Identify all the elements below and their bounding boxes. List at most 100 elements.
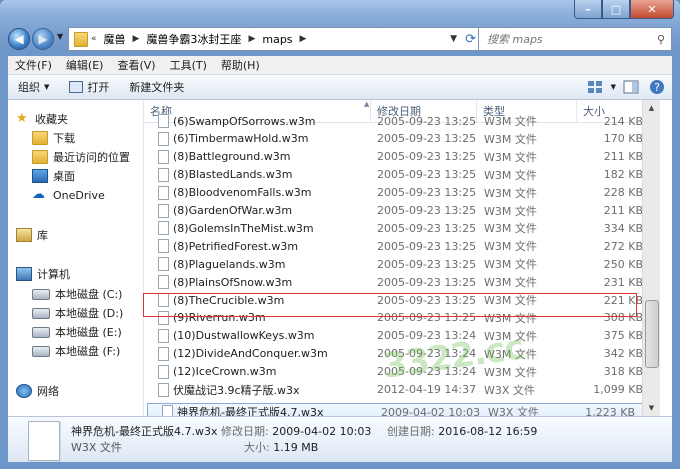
close-button[interactable]: ✕ — [630, 0, 674, 19]
nav-recent-places[interactable]: 最近访问的位置 — [32, 148, 130, 166]
recent-pages-icon[interactable]: ▼ — [57, 32, 63, 41]
table-row[interactable]: 神界危机-最终正式版4.7.w3x 2009-04-02 10:03 W3X 文件 1… — [147, 403, 653, 416]
details-size-value: 1.19 MB — [273, 441, 319, 454]
table-row[interactable]: (8)PetrifiedForest.w3m 2005-09-23 13:25 W3… — [144, 237, 660, 255]
view-options-icon[interactable] — [585, 78, 607, 96]
desktop-icon — [32, 169, 48, 183]
table-row[interactable]: (10)DustwallowKeys.w3m 2005-09-23 13:24 W3… — [144, 327, 660, 345]
folder-icon — [74, 31, 88, 47]
nav-desktop-label: 桌面 — [53, 170, 75, 183]
nav-onedrive[interactable]: ☁ OneDrive — [32, 186, 105, 204]
minimize-button[interactable]: – — [574, 0, 602, 19]
details-created-label: 创建日期: — [387, 425, 435, 438]
nav-computer-label: 计算机 — [37, 268, 70, 281]
table-row[interactable]: (12)DivideAndConquer.w3m 2005-09-23 13:24… — [144, 345, 660, 363]
table-row[interactable]: 伏魔战记3.9c精子版.w3x 2012-04-19 14:37 W3X 文件 1,0… — [144, 381, 660, 399]
details-modified: 修改日期: 2009-04-02 10:03 — [221, 423, 371, 439]
file-date: 2005-09-23 13:24 — [377, 365, 477, 379]
file-name-cell: (8)GolemsInTheMist.w3m — [158, 221, 314, 236]
breadcrumb-overflow-icon[interactable]: « — [88, 34, 100, 44]
nav-network[interactable]: 网络 — [16, 382, 59, 400]
file-type: W3M 文件 — [484, 186, 537, 200]
command-bar: 组织 ▼ 打开 新建文件夹 ▼ ? — [8, 75, 672, 100]
file-type: W3M 文件 — [484, 222, 537, 236]
preview-pane-icon[interactable] — [620, 78, 642, 96]
table-row[interactable]: (8)PlainsOfSnow.w3m 2005-09-23 13:25 W3M 文… — [144, 273, 660, 291]
nav-favorites[interactable]: ★ 收藏夹 — [16, 110, 68, 128]
menu-help[interactable]: 帮助(H) — [214, 57, 267, 73]
table-row[interactable]: (8)BlastedLands.w3m 2005-09-23 13:25 W3M 文… — [144, 166, 660, 184]
nav-drive-f[interactable]: 本地磁盘 (F:) — [32, 342, 120, 360]
details-modified-value: 2009-04-02 10:03 — [272, 425, 372, 438]
maximize-button[interactable]: □ — [602, 0, 630, 19]
view-dropdown-icon[interactable]: ▼ — [611, 83, 616, 91]
file-type: W3M 文件 — [484, 258, 537, 272]
table-row[interactable]: (8)Plaguelands.w3m 2005-09-23 13:25 W3M 文件… — [144, 255, 660, 273]
organize-button[interactable]: 组织 ▼ — [8, 79, 59, 95]
file-name-cell: (10)DustwallowKeys.w3m — [158, 328, 315, 343]
nav-libraries-label: 库 — [37, 229, 48, 242]
menu-file[interactable]: 文件(F) — [8, 57, 59, 73]
back-button[interactable]: ◀ — [8, 28, 30, 50]
file-name: (6)SwampOfSorrows.w3m — [173, 114, 316, 128]
nav-computer[interactable]: 计算机 — [16, 265, 70, 283]
open-button[interactable]: 打开 — [59, 79, 119, 95]
nav-drive-d[interactable]: 本地磁盘 (D:) — [32, 304, 123, 322]
file-type: W3M 文件 — [484, 204, 537, 218]
file-size: 272 KB — [603, 239, 643, 253]
nav-desktop[interactable]: 桌面 — [32, 167, 75, 185]
address-dropdown-icon[interactable]: ▼ — [447, 34, 460, 44]
scroll-thumb[interactable] — [645, 300, 659, 368]
file-icon — [158, 114, 169, 128]
search-box[interactable]: ⚲ — [478, 27, 672, 51]
menu-edit[interactable]: 编辑(E) — [59, 57, 111, 73]
breadcrumb-2[interactable]: 魔兽争霸3冰封王座 — [142, 31, 245, 47]
table-row[interactable]: (8)BloodvenomFalls.w3m 2005-09-23 13:25 W3… — [144, 184, 660, 202]
nav-libraries[interactable]: 库 — [16, 226, 48, 244]
file-name-cell: (6)SwampOfSorrows.w3m — [158, 114, 316, 128]
search-icon[interactable]: ⚲ — [657, 33, 665, 46]
breadcrumb-3[interactable]: maps — [258, 33, 296, 46]
help-icon[interactable]: ? — [646, 78, 668, 96]
new-folder-button[interactable]: 新建文件夹 — [119, 79, 194, 95]
file-size: 334 KB — [603, 221, 643, 235]
table-row[interactable]: (8)GolemsInTheMist.w3m 2005-09-23 13:25 W3… — [144, 219, 660, 237]
file-list: 名称 ▲ 修改日期 类型 大小 (6)SwampOfSorrows.w3m 200… — [144, 100, 660, 416]
file-date: 2012-04-19 14:37 — [377, 383, 477, 396]
file-size: 211 KB — [603, 204, 643, 217]
file-date: 2005-09-23 13:24 — [377, 347, 477, 361]
scroll-down-icon[interactable]: ▼ — [643, 400, 660, 416]
file-name: (8)Plaguelands.w3m — [173, 257, 286, 271]
nav-drive-e[interactable]: 本地磁盘 (E:) — [32, 323, 122, 341]
file-icon — [158, 328, 169, 343]
svg-text:?: ? — [654, 81, 660, 94]
chevron-right-icon[interactable]: ▶ — [130, 34, 143, 44]
navigation-pane: ★ 收藏夹 下载 最近访问的位置 桌面 ☁ OneDrive 库 计算机 本地磁… — [8, 100, 144, 416]
table-row[interactable]: (6)TimbermawHold.w3m 2005-09-23 13:25 W3M … — [144, 130, 660, 148]
vertical-scrollbar[interactable]: ▲ ▼ — [642, 100, 660, 416]
table-row[interactable]: (12)IceCrown.w3m 2005-09-23 13:24 W3M 文件 31… — [144, 363, 660, 381]
table-row[interactable]: (6)SwampOfSorrows.w3m 2005-09-23 13:25 W3M… — [144, 112, 660, 130]
file-date: 2005-09-23 13:25 — [377, 257, 477, 271]
file-name: (6)TimbermawHold.w3m — [173, 132, 309, 146]
forward-button[interactable]: ▶ — [32, 28, 54, 50]
nav-drive-c[interactable]: 本地磁盘 (C:) — [32, 285, 122, 303]
file-name-cell: (12)IceCrown.w3m — [158, 364, 277, 379]
table-row[interactable]: (8)Battleground.w3m 2005-09-23 13:25 W3M 文… — [144, 148, 660, 166]
file-icon — [158, 221, 169, 236]
menu-tools[interactable]: 工具(T) — [163, 57, 214, 73]
file-name-cell: 神界危机-最终正式版4.7.w3x — [162, 404, 323, 416]
chevron-down-icon: ▼ — [44, 83, 50, 91]
drive-icon — [32, 345, 50, 357]
menu-view[interactable]: 查看(V) — [110, 57, 162, 73]
address-bar[interactable]: « 魔兽 ▶ 魔兽争霸3冰封王座 ▶ maps ▶ ▼ ⟳ — [68, 27, 482, 51]
chevron-right-icon[interactable]: ▶ — [245, 34, 258, 44]
search-input[interactable] — [485, 31, 639, 47]
breadcrumb-1[interactable]: 魔兽 — [100, 31, 130, 47]
table-row[interactable]: (8)GardenOfWar.w3m 2005-09-23 13:25 W3M 文件… — [144, 202, 660, 220]
file-type: W3M 文件 — [484, 150, 537, 164]
chevron-right-icon[interactable]: ▶ — [297, 34, 310, 44]
scroll-up-icon[interactable]: ▲ — [643, 100, 660, 116]
nav-downloads[interactable]: 下载 — [32, 129, 75, 147]
file-date: 2009-04-02 10:03 — [381, 405, 481, 416]
